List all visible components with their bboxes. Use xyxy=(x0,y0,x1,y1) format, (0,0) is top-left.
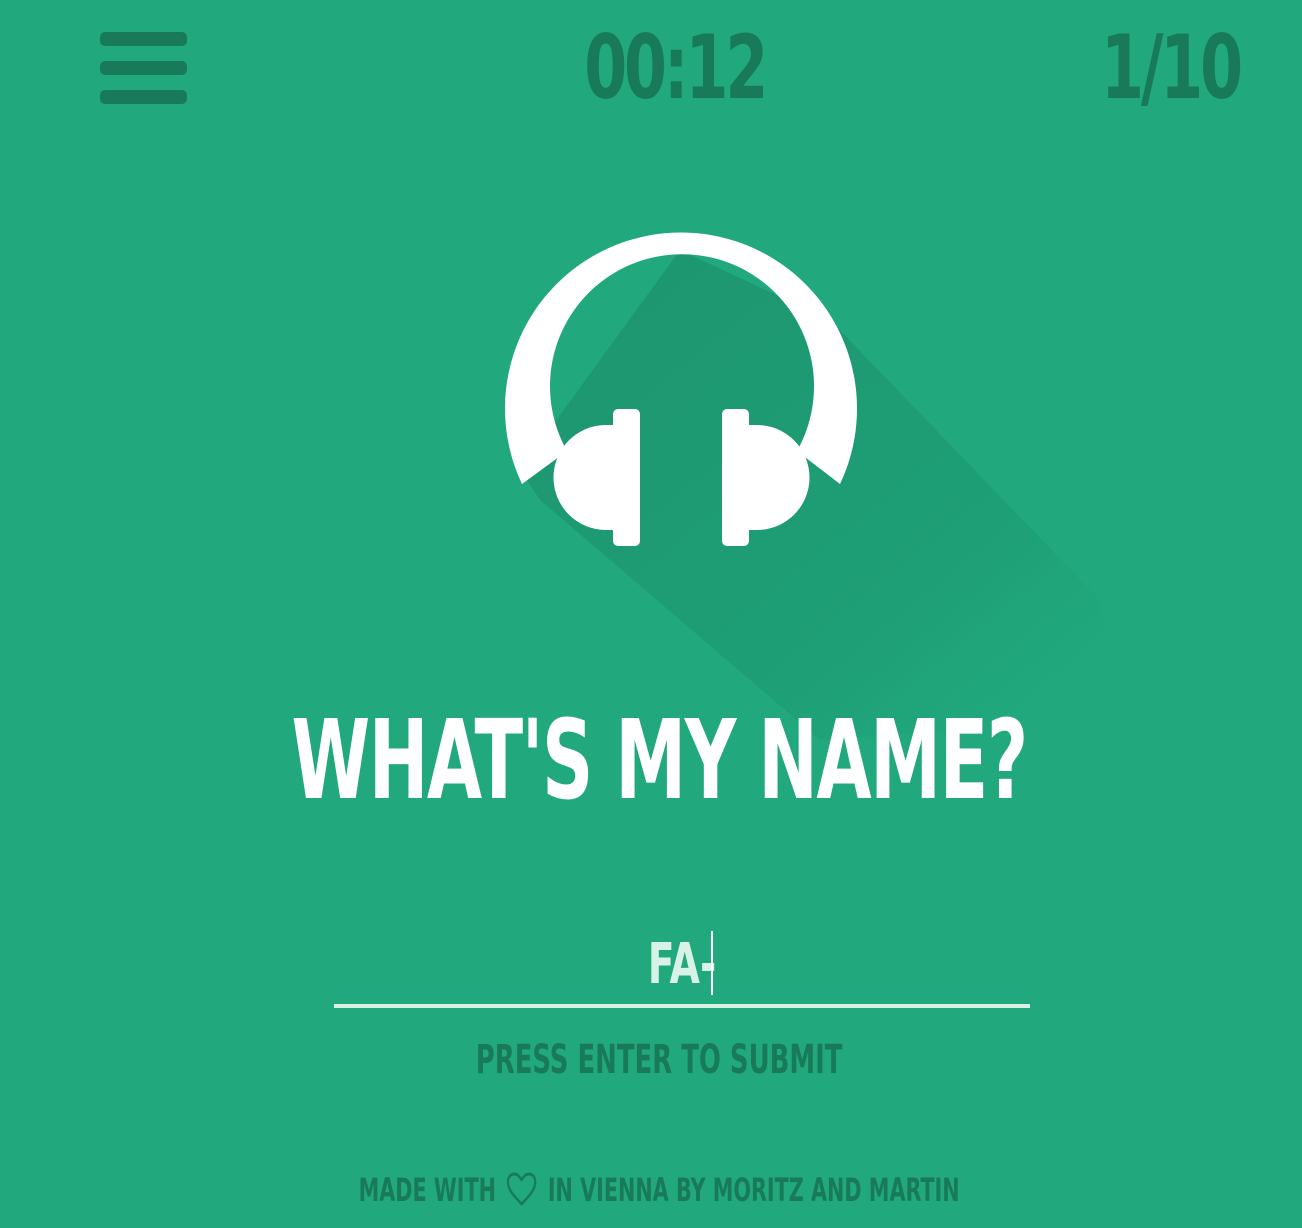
left-ear-cup-post xyxy=(613,409,640,546)
footer-made-with: MADE WITH xyxy=(358,1171,496,1209)
headphones-icon xyxy=(505,232,1120,740)
right-ear-cup-post xyxy=(722,409,749,546)
submit-hint: PRESS ENTER TO SUBMIT xyxy=(475,1037,843,1083)
footer-location: IN VIENNA BY MORITZ AND MARTIN xyxy=(547,1171,960,1209)
answer-input[interactable] xyxy=(410,925,954,1004)
question-title: WHAT'S MY NAME? xyxy=(291,696,1029,824)
heart-icon xyxy=(507,1172,537,1206)
text-caret xyxy=(711,931,713,995)
footer-credits: MADE WITH IN VIENNA BY MORITZ AND MARTIN xyxy=(190,1170,1127,1210)
answer-field[interactable] xyxy=(334,925,1030,1008)
